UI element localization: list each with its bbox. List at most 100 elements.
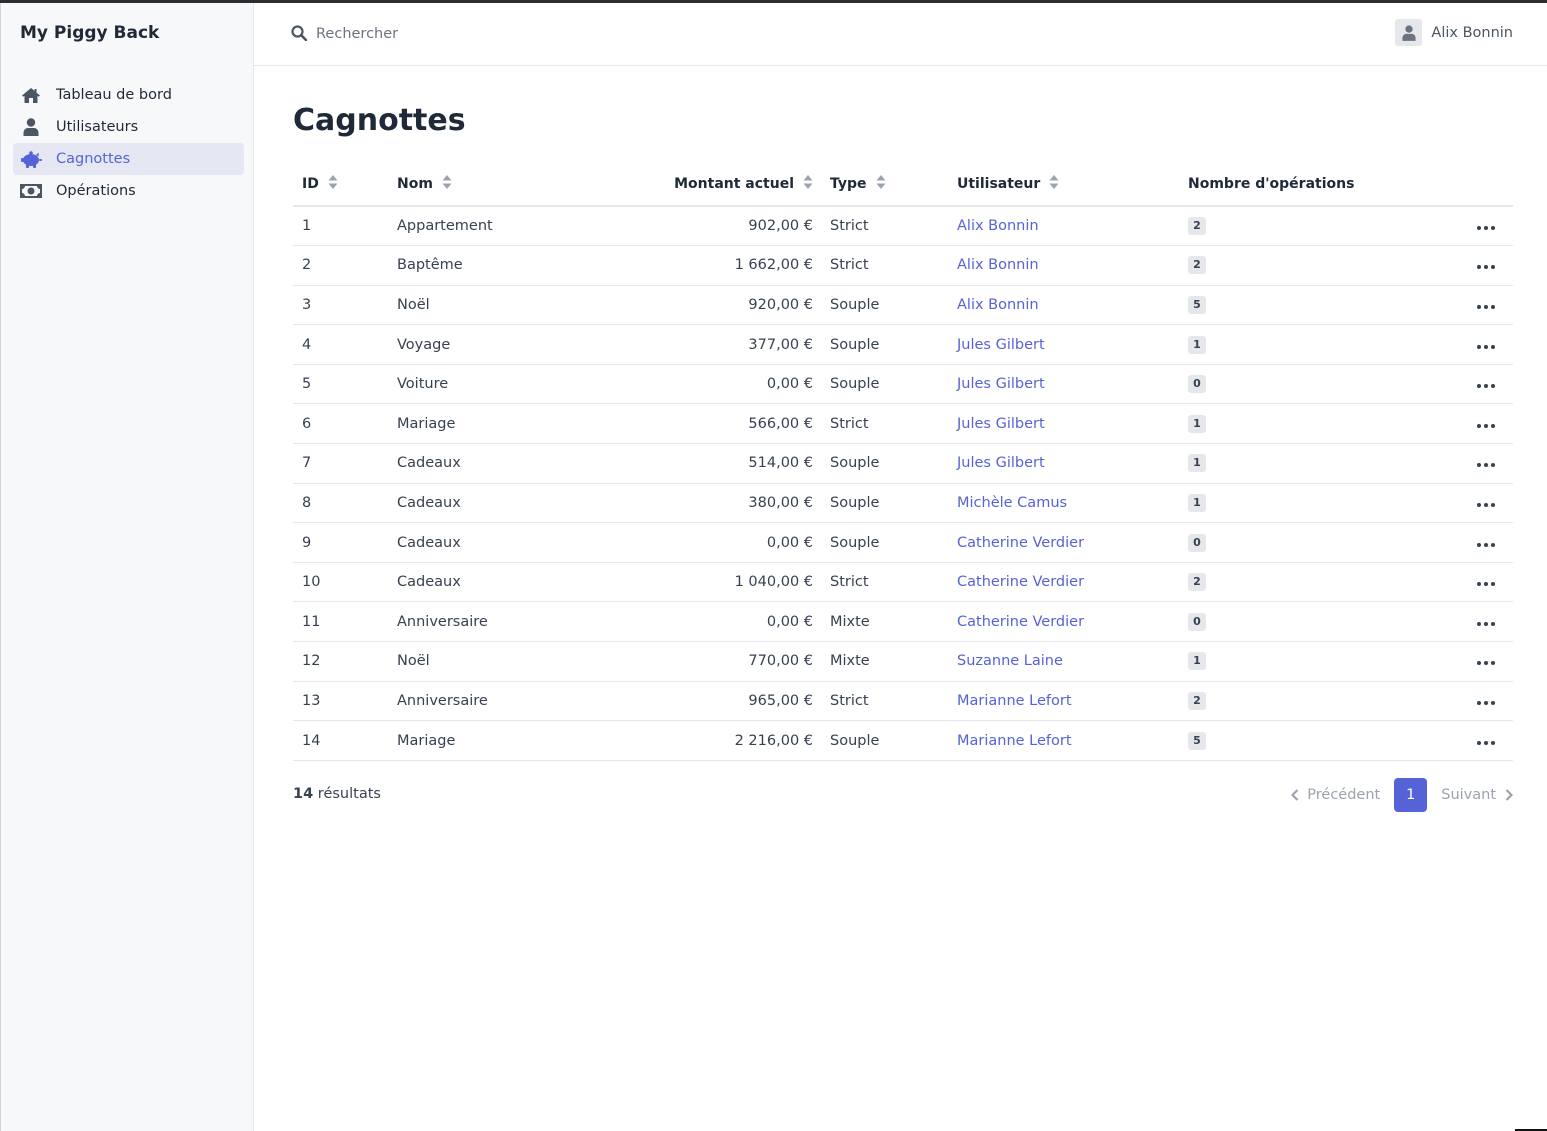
cell-type: Strict bbox=[821, 206, 948, 247]
more-actions-icon[interactable] bbox=[1477, 618, 1495, 630]
more-actions-icon[interactable] bbox=[1477, 222, 1495, 234]
table-row[interactable]: 8 Cadeaux 380,00 € Souple Michèle Camus 1 bbox=[293, 483, 1513, 524]
table-row[interactable]: 7 Cadeaux 514,00 € Souple Jules Gilbert 1 bbox=[293, 443, 1513, 484]
user-link[interactable]: Suzanne Laine bbox=[957, 653, 1063, 669]
user-link[interactable]: Catherine Verdier bbox=[957, 535, 1084, 551]
cell-actions bbox=[1379, 206, 1513, 247]
table-row[interactable]: 1 Appartement 902,00 € Strict Alix Bonnin 2 bbox=[293, 206, 1513, 247]
table-row[interactable]: 3 Noël 920,00 € Souple Alix Bonnin 5 bbox=[293, 285, 1513, 326]
table-row[interactable]: 13 Anniversaire 965,00 € Strict Marianne Lef… bbox=[293, 681, 1513, 722]
cell-utilisateur: Michèle Camus bbox=[948, 483, 1179, 524]
more-actions-icon[interactable] bbox=[1477, 420, 1495, 432]
user-menu[interactable]: Alix Bonnin bbox=[1395, 19, 1513, 46]
table-row[interactable]: 11 Anniversaire 0,00 € Mixte Catherine Verdi… bbox=[293, 601, 1513, 643]
table-row[interactable]: 14 Mariage 2 216,00 € Souple Marianne Lefort… bbox=[293, 720, 1513, 761]
cell-actions bbox=[1379, 681, 1513, 722]
sort-icon[interactable] bbox=[1049, 175, 1059, 193]
table-row[interactable]: 2 Baptême 1 662,00 € Strict Alix Bonnin 2 bbox=[293, 245, 1513, 286]
table-row[interactable]: 12 Noël 770,00 € Mixte Suzanne Laine 1 bbox=[293, 641, 1513, 682]
more-actions-icon[interactable] bbox=[1477, 697, 1495, 709]
cell-montant: 902,00 € bbox=[578, 206, 821, 247]
sort-icon[interactable] bbox=[442, 175, 452, 193]
more-actions-icon[interactable] bbox=[1477, 341, 1495, 353]
sort-icon[interactable] bbox=[876, 175, 886, 193]
user-link[interactable]: Jules Gilbert bbox=[957, 337, 1045, 353]
column-header-montant[interactable]: Montant actuel bbox=[578, 163, 821, 207]
sidebar-item-label: Cagnottes bbox=[56, 151, 131, 167]
column-header-nombre-operations: Nombre d'opérations bbox=[1179, 163, 1379, 207]
cell-nombre-operations: 2 bbox=[1179, 562, 1379, 603]
table-row[interactable]: 10 Cadeaux 1 040,00 € Strict Catherine Verdi… bbox=[293, 562, 1513, 603]
cell-actions bbox=[1379, 364, 1513, 405]
operations-count-badge: 2 bbox=[1188, 691, 1206, 710]
cell-actions bbox=[1379, 443, 1513, 484]
sidebar-item-tableau-de-bord[interactable]: Tableau de bord bbox=[13, 79, 244, 111]
operations-count-badge: 0 bbox=[1188, 612, 1206, 631]
sidebar-item-utilisateurs[interactable]: Utilisateurs bbox=[13, 111, 244, 143]
cell-actions bbox=[1379, 641, 1513, 682]
cell-id: 9 bbox=[293, 522, 388, 563]
table-row[interactable]: 4 Voyage 377,00 € Souple Jules Gilbert 1 bbox=[293, 324, 1513, 365]
operations-count-badge: 0 bbox=[1188, 375, 1206, 394]
column-header-type[interactable]: Type bbox=[821, 163, 948, 207]
column-header-utilisateur[interactable]: Utilisateur bbox=[948, 163, 1179, 207]
more-actions-icon[interactable] bbox=[1477, 301, 1495, 313]
cell-id: 3 bbox=[293, 285, 388, 326]
user-link[interactable]: Alix Bonnin bbox=[957, 257, 1039, 273]
next-page-button[interactable]: Suivant bbox=[1441, 787, 1513, 803]
user-link[interactable]: Jules Gilbert bbox=[957, 416, 1045, 432]
cell-id: 4 bbox=[293, 324, 388, 365]
cell-type: Mixte bbox=[821, 641, 948, 682]
operations-count-badge: 1 bbox=[1188, 454, 1206, 473]
cell-nombre-operations: 1 bbox=[1179, 403, 1379, 445]
more-actions-icon[interactable] bbox=[1477, 539, 1495, 551]
sort-icon[interactable] bbox=[328, 175, 338, 193]
more-actions-icon[interactable] bbox=[1477, 499, 1495, 511]
more-actions-icon[interactable] bbox=[1477, 380, 1495, 392]
search-icon bbox=[291, 25, 308, 45]
more-actions-icon[interactable] bbox=[1477, 737, 1495, 749]
cell-type: Strict bbox=[821, 562, 948, 603]
user-link[interactable]: Alix Bonnin bbox=[957, 297, 1039, 313]
cell-montant: 920,00 € bbox=[578, 285, 821, 326]
sort-icon[interactable] bbox=[803, 175, 813, 193]
previous-page-button[interactable]: Précédent bbox=[1291, 787, 1380, 803]
column-header-id[interactable]: ID bbox=[293, 163, 388, 207]
brand-logo[interactable]: My Piggy Back bbox=[20, 23, 159, 43]
user-link[interactable]: Jules Gilbert bbox=[957, 376, 1045, 392]
user-link[interactable]: Marianne Lefort bbox=[957, 693, 1072, 709]
cell-montant: 0,00 € bbox=[578, 522, 821, 563]
cell-nom: Mariage bbox=[388, 720, 578, 761]
table-row[interactable]: 9 Cadeaux 0,00 € Souple Catherine Verdier 0 bbox=[293, 522, 1513, 563]
cell-utilisateur: Jules Gilbert bbox=[948, 324, 1179, 365]
cell-utilisateur: Alix Bonnin bbox=[948, 245, 1179, 286]
sidebar-item-cagnottes[interactable]: Cagnottes bbox=[13, 143, 244, 175]
sidebar-item-operations[interactable]: Opérations bbox=[13, 175, 244, 207]
cell-nombre-operations: 1 bbox=[1179, 443, 1379, 484]
cell-nom: Cadeaux bbox=[388, 483, 578, 524]
cagnottes-table: ID Nom Montant actuel Type Utilisateur N… bbox=[293, 163, 1513, 761]
cell-nom: Baptême bbox=[388, 245, 578, 286]
table-row[interactable]: 5 Voiture 0,00 € Souple Jules Gilbert 0 bbox=[293, 364, 1513, 405]
more-actions-icon[interactable] bbox=[1477, 578, 1495, 590]
more-actions-icon[interactable] bbox=[1477, 261, 1495, 273]
table-row[interactable]: 6 Mariage 566,00 € Strict Jules Gilbert 1 bbox=[293, 403, 1513, 445]
search-input[interactable] bbox=[316, 21, 716, 47]
user-link[interactable]: Alix Bonnin bbox=[957, 218, 1039, 234]
top-bar: Alix Bonnin bbox=[254, 3, 1547, 66]
cell-nombre-operations: 5 bbox=[1179, 285, 1379, 326]
more-actions-icon[interactable] bbox=[1477, 459, 1495, 471]
column-header-nom[interactable]: Nom bbox=[388, 163, 578, 207]
user-link[interactable]: Catherine Verdier bbox=[957, 574, 1084, 590]
user-link[interactable]: Michèle Camus bbox=[957, 495, 1067, 511]
cell-montant: 0,00 € bbox=[578, 601, 821, 643]
operations-count-badge: 1 bbox=[1188, 652, 1206, 671]
user-icon bbox=[20, 118, 42, 136]
chevron-left-icon bbox=[1291, 789, 1299, 801]
user-link[interactable]: Marianne Lefort bbox=[957, 733, 1072, 749]
user-link[interactable]: Jules Gilbert bbox=[957, 455, 1045, 471]
user-link[interactable]: Catherine Verdier bbox=[957, 614, 1084, 630]
page-button-current[interactable]: 1 bbox=[1394, 778, 1428, 812]
cell-type: Strict bbox=[821, 245, 948, 286]
more-actions-icon[interactable] bbox=[1477, 657, 1495, 669]
